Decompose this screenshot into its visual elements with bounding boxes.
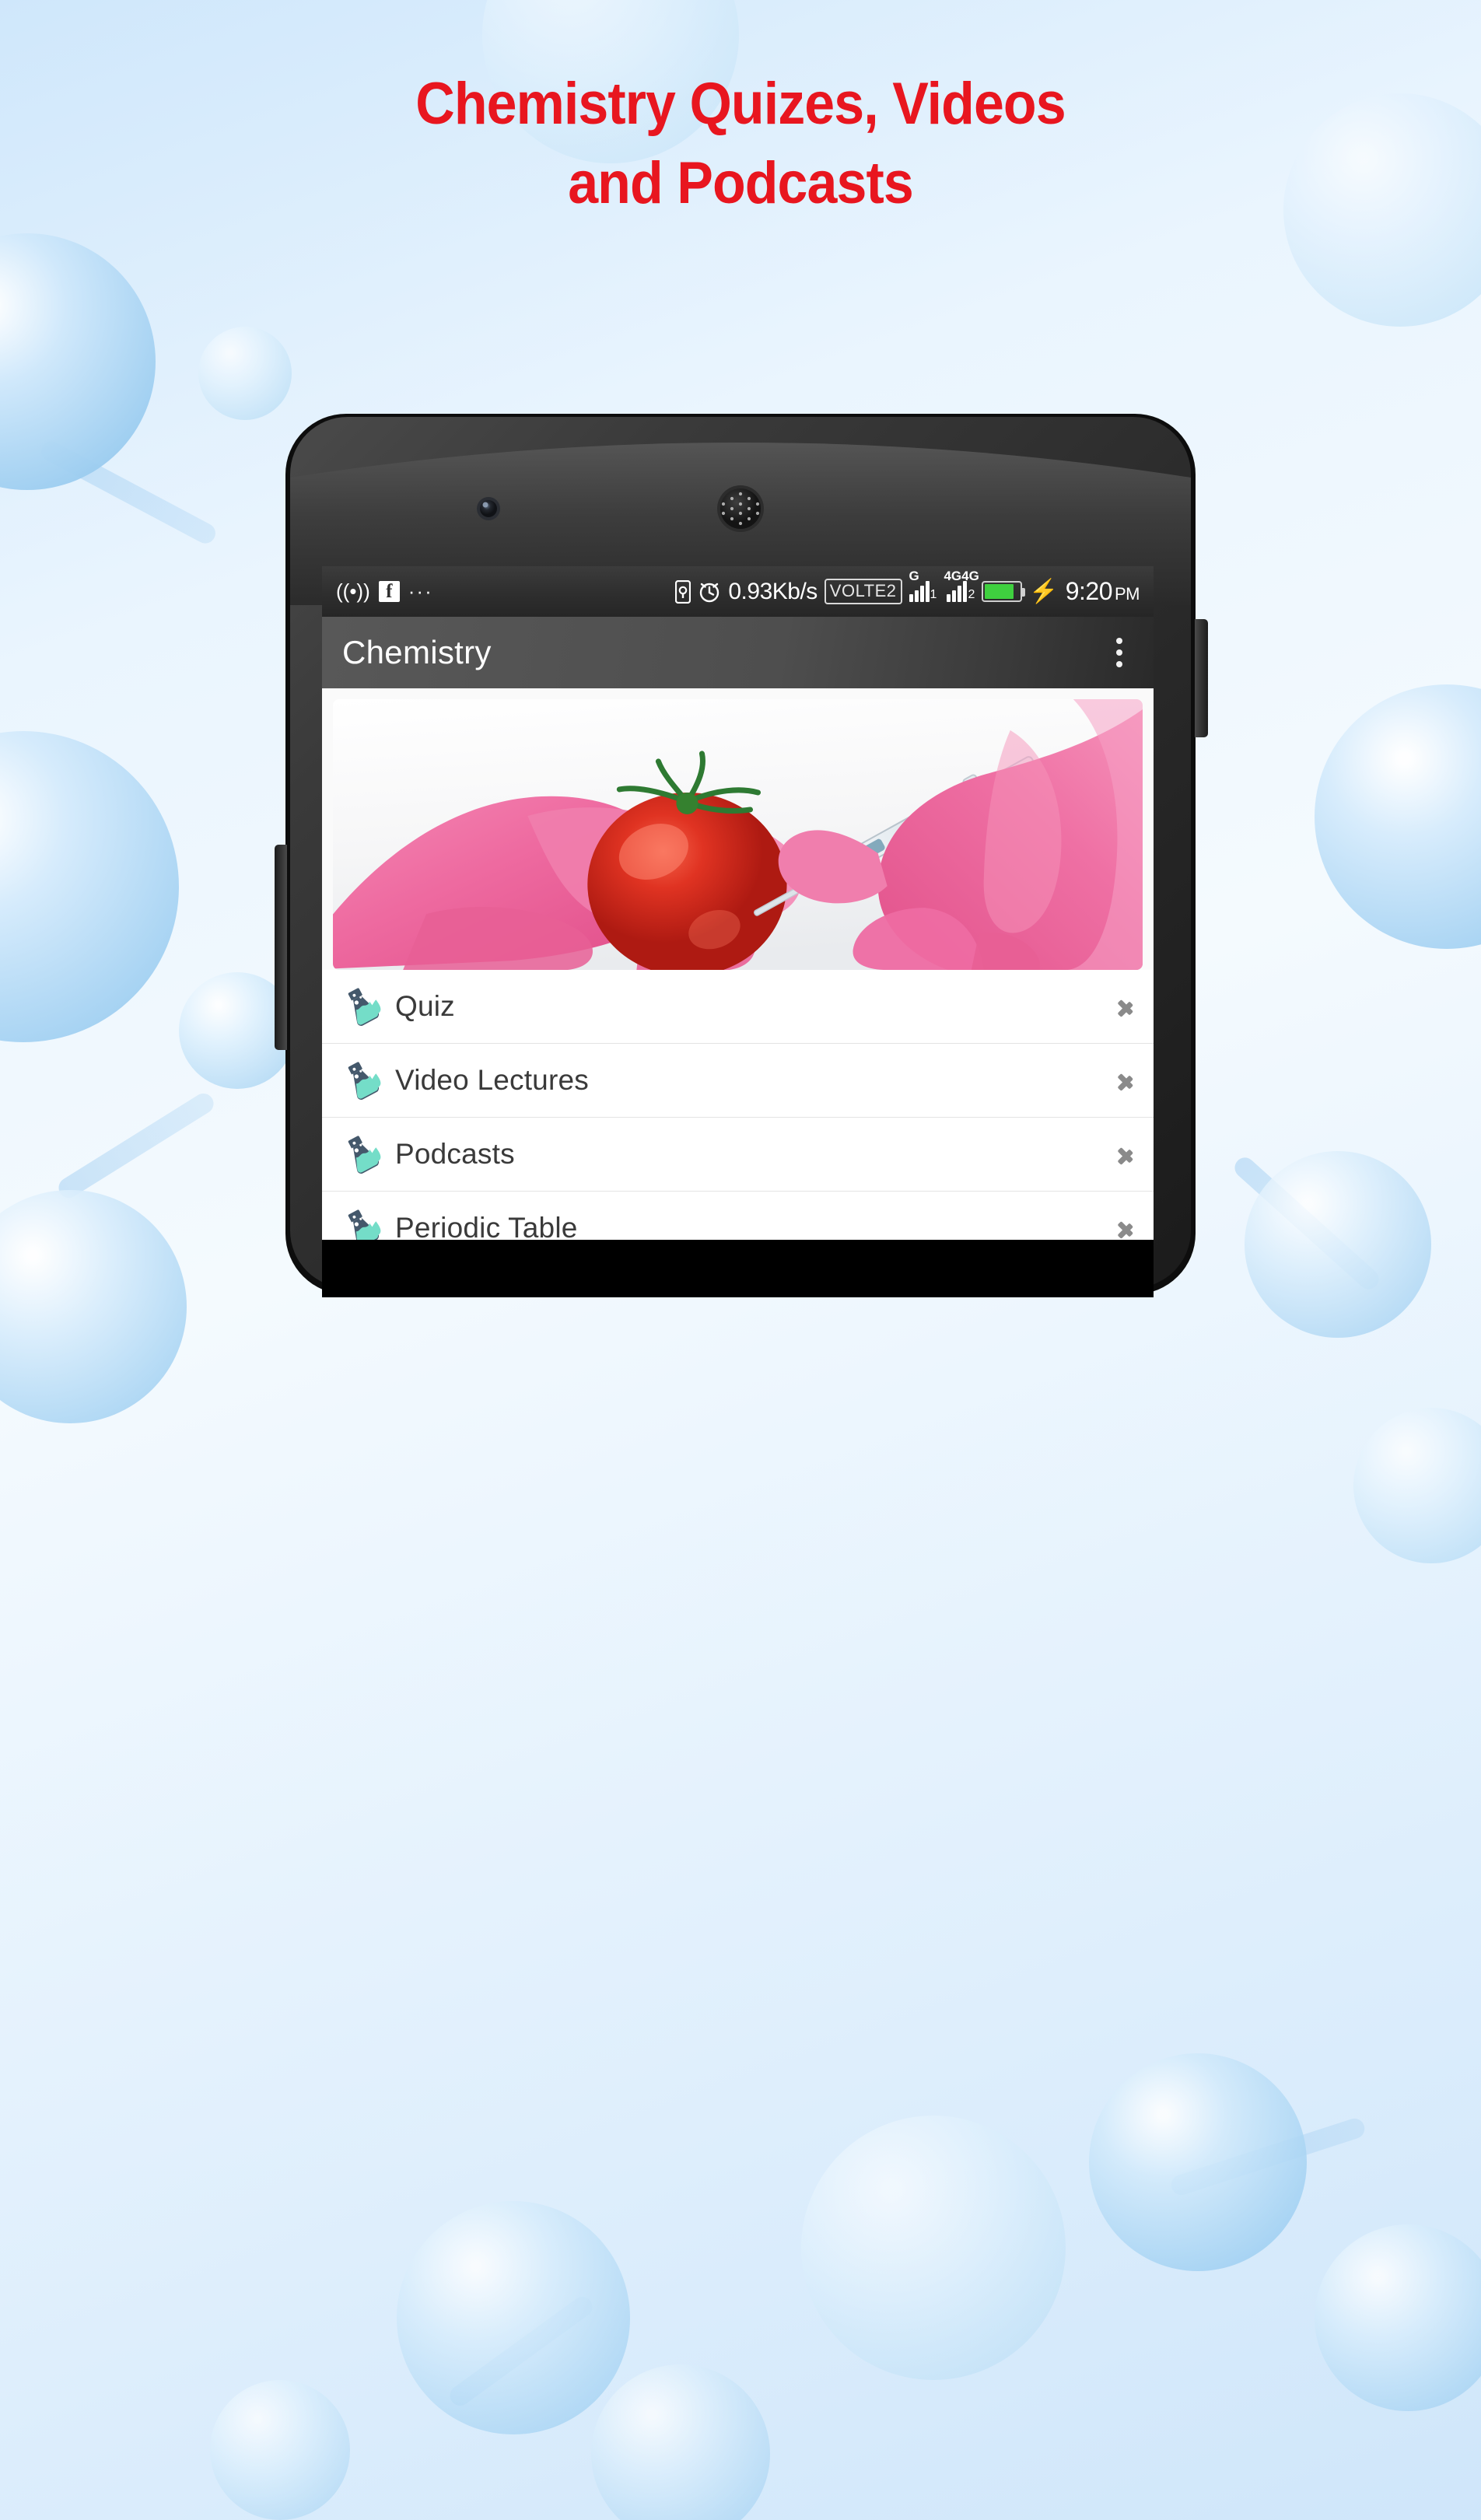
chevron-right-icon — [1118, 1215, 1133, 1240]
clock-time: 9:20 — [1065, 577, 1113, 605]
headline-line-1: Chemistry Quizes, Videos — [415, 71, 1066, 137]
sim2-network-label-a: 4G — [944, 569, 962, 583]
power-button[interactable] — [1195, 619, 1208, 737]
menu-item-label: Periodic Table — [395, 1212, 578, 1240]
flask-icon — [348, 988, 381, 1026]
clock-period: PM — [1115, 584, 1140, 604]
menu-item-quiz[interactable]: Quiz — [322, 970, 1154, 1044]
sim1-network-label: G — [909, 569, 919, 583]
molecule-atom — [1245, 1151, 1431, 1338]
molecule-atom — [1089, 2053, 1307, 2271]
sim2-index-label: 2 — [968, 588, 975, 601]
flask-icon — [348, 1136, 381, 1174]
volume-rocker-button[interactable] — [275, 845, 287, 1050]
screenshot-icon — [675, 579, 691, 604]
chevron-right-icon — [1118, 1067, 1133, 1094]
sim1-signal-icon: G 1 — [909, 569, 937, 602]
menu-item-periodic-table[interactable]: Periodic Table — [322, 1192, 1154, 1240]
sim2-network-label-b: 4G — [961, 569, 979, 583]
hero-image — [333, 699, 1143, 970]
menu-item-label: Quiz — [395, 990, 455, 1022]
clock-label: 9:20 PM — [1066, 577, 1140, 606]
network-speed-label: 0.93Kb/s — [728, 578, 818, 604]
status-bar: ((•)) f ··· 0.93Kb/s VOLTE2 G 1 4G4G 2 ⚡… — [322, 566, 1154, 617]
charging-icon: ⚡ — [1029, 578, 1059, 604]
more-notifications-icon: ··· — [408, 579, 433, 603]
menu-list: Quiz Video Lectures Podcasts Periodic Ta… — [322, 970, 1154, 1240]
app-bar: Chemistry — [322, 617, 1154, 688]
chevron-right-icon — [1118, 993, 1133, 1020]
volte-badge: VOLTE2 — [824, 579, 902, 604]
facebook-icon: f — [378, 581, 400, 602]
hotspot-icon: ((•)) — [336, 579, 370, 603]
molecule-atom — [198, 327, 292, 420]
flask-icon — [348, 1209, 381, 1240]
menu-item-video-lectures[interactable]: Video Lectures — [322, 1044, 1154, 1118]
flask-icon — [348, 1062, 381, 1100]
molecule-atom — [397, 2201, 630, 2434]
sim2-signal-icon: 4G4G 2 — [944, 569, 979, 602]
menu-item-label: Video Lectures — [395, 1064, 589, 1096]
app-content: Quiz Video Lectures Podcasts Periodic Ta… — [322, 688, 1154, 1240]
overflow-menu-icon[interactable] — [1105, 630, 1133, 675]
promo-headline: Chemistry Quizes, Videos and Podcasts — [59, 75, 1422, 213]
alarm-clock-icon — [700, 583, 719, 602]
headline-line-2: and Podcasts — [568, 150, 914, 216]
chevron-right-icon — [1118, 1141, 1133, 1167]
battery-icon — [982, 581, 1026, 602]
phone-screen: ((•)) f ··· 0.93Kb/s VOLTE2 G 1 4G4G 2 ⚡… — [322, 566, 1154, 1240]
sim1-index-label: 1 — [930, 588, 937, 601]
phone-mockup: ((•)) f ··· 0.93Kb/s VOLTE2 G 1 4G4G 2 ⚡… — [275, 411, 1208, 1297]
menu-item-label: Podcasts — [395, 1138, 515, 1170]
molecule-atom — [801, 2116, 1066, 2380]
app-title: Chemistry — [342, 634, 492, 670]
menu-item-podcasts[interactable]: Podcasts — [322, 1118, 1154, 1192]
molecule-atom — [210, 2380, 350, 2520]
